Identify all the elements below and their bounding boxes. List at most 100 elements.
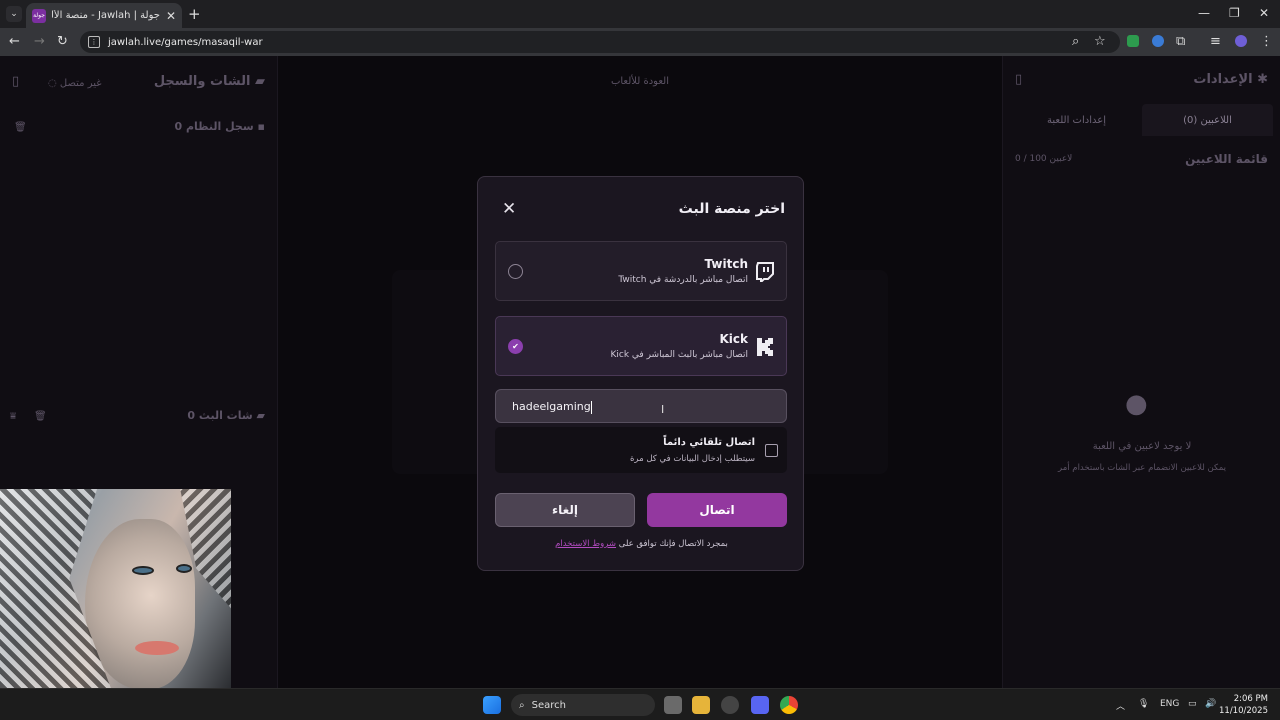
site-info-icon[interactable]: ⋮ (88, 36, 100, 48)
empty-players-title: لا يوجد لاعبين في اللعبة (1092, 441, 1192, 452)
auto-connect-checkbox[interactable] (765, 444, 778, 457)
browser-tab[interactable]: جولة جولة | Jawlah - منصة الألعاب الت...… (26, 3, 182, 28)
system-log-count: 0 (174, 120, 183, 133)
auto-connect-label: اتصال تلقائي دائماً (663, 437, 755, 448)
reading-list-icon[interactable]: ≡ (1210, 34, 1221, 49)
close-tab-icon[interactable]: ✕ (166, 9, 176, 23)
option-desc: اتصال مباشر بالبث المباشر في Kick (610, 350, 748, 360)
tab-title: جولة | Jawlah - منصة الألعاب الت... (52, 10, 160, 21)
new-tab-button[interactable]: + (188, 5, 201, 23)
option-twitch[interactable]: Twitch اتصال مباشر بالدردشة في Twitch (495, 241, 787, 301)
chat-icon: ▰ (255, 74, 265, 89)
text-cursor-icon: I (661, 403, 665, 416)
address-bar[interactable]: ⋮ jawlah.live/games/masaqil-war (80, 31, 1120, 53)
log-icon: ▪ (257, 120, 265, 133)
settings-title: ✱ الإعدادات (1193, 72, 1268, 87)
text-caret (590, 400, 592, 414)
back-to-games-link[interactable]: العودة للألعاب (590, 76, 690, 87)
system-log-header: ▪ سجل النظام 0 (174, 120, 265, 133)
task-view-icon[interactable] (664, 696, 682, 714)
minimize-icon[interactable]: — (1198, 6, 1210, 20)
site-favicon-icon: جولة (32, 8, 46, 23)
platform-modal: اختر منصة البث ✕ Twitch اتصال مباشر بالد… (477, 176, 804, 571)
clock-time: 2:06 PM (1233, 694, 1268, 704)
option-name: Twitch (704, 257, 748, 271)
collapse-settings-icon[interactable]: ▯ (1015, 72, 1022, 87)
taskbar-search[interactable]: ⌕ Search (511, 694, 655, 716)
clock-date: 11/10/2025 (1219, 706, 1268, 716)
empty-players-sub: يمكن للاعبين الانضمام عبر الشات باستخدام… (1058, 463, 1226, 473)
panel-title: ▰ الشات والسجل (154, 74, 265, 89)
browser-tab-bar: ⌄ جولة جولة | Jawlah - منصة الألعاب الت.… (0, 0, 1280, 28)
auto-connect-row[interactable]: اتصال تلقائي دائماً سيتطلب إدخال البيانا… (495, 427, 787, 473)
webcam-lips (135, 641, 179, 655)
cancel-button[interactable]: إلغاء (495, 493, 635, 527)
taskbar-search-label: Search (531, 699, 566, 711)
terms-link[interactable]: شروط الاستخدام (555, 539, 616, 549)
start-windows-icon[interactable] (483, 696, 501, 714)
back-icon[interactable]: ← (9, 34, 20, 49)
system-log-label: سجل النظام (185, 120, 254, 133)
reload-icon[interactable]: ↻ (57, 34, 68, 49)
search-icon: ⌕ (519, 699, 525, 711)
option-kick[interactable]: Kick اتصال مباشر بالبث المباشر في Kick ✔ (495, 316, 787, 376)
browser-toolbar: ← → ↻ ⋮ jawlah.live/games/masaqil-war ⌕ … (0, 28, 1280, 56)
volume-icon[interactable]: 🔊 (1205, 699, 1216, 709)
modal-title: اختر منصة البث (678, 201, 785, 217)
stream-chat-label: شات البث (198, 409, 253, 422)
forward-icon[interactable]: → (34, 34, 45, 49)
radio-kick[interactable]: ✔ (508, 339, 523, 354)
tab-list-button[interactable]: ⌄ (6, 6, 22, 22)
terms-notice: بمجرد الاتصال فإنك توافق على شروط الاستخ… (478, 539, 805, 549)
windows-taskbar: ⌕ Search ︿ 🎙 ENG ▭ 🔊 2:06 PM 11/10/2025 (0, 688, 1280, 720)
settings-tabs: إعدادات اللعبة اللاعبين (0) (1011, 104, 1273, 136)
tab-game-settings[interactable]: إعدادات اللعبة (1011, 104, 1142, 136)
webcam-overlay (0, 489, 231, 688)
chat-settings-icon[interactable]: ⩸ (10, 411, 16, 422)
connect-button[interactable]: اتصال (647, 493, 787, 527)
empty-user-icon: ● (1125, 389, 1148, 419)
tab-players[interactable]: اللاعبين (0) (1142, 104, 1273, 136)
webcam-face (85, 519, 195, 688)
connection-status: ◌ غير متصل (48, 78, 101, 89)
menu-kebab-icon[interactable]: ⋮ (1260, 34, 1273, 49)
zoom-icon[interactable]: ⌕ (1072, 34, 1079, 49)
taskbar-clock[interactable]: 2:06 PM 11/10/2025 (1219, 693, 1268, 717)
terms-prefix: بمجرد الاتصال فإنك توافق على (618, 539, 728, 549)
bookmark-star-icon[interactable]: ☆ (1094, 34, 1106, 49)
collapse-panel-icon[interactable]: ▯ (12, 74, 19, 89)
twitch-logo-icon (756, 262, 774, 282)
restore-icon[interactable]: ❐ (1229, 6, 1240, 20)
settings-panel: ▯ ✱ الإعدادات إعدادات اللعبة اللاعبين (0… (1002, 56, 1280, 688)
chrome-icon[interactable] (780, 696, 798, 714)
close-window-icon[interactable]: ✕ (1259, 6, 1269, 20)
webcam-eye (176, 564, 192, 573)
webcam-eye (132, 566, 154, 575)
auto-connect-sub: سيتطلب إدخال البيانات في كل مرة (629, 454, 755, 464)
discord-icon[interactable] (751, 696, 769, 714)
obs-app-icon[interactable] (721, 696, 739, 714)
channel-input-value: hadeelgaming (512, 400, 591, 413)
profile-avatar[interactable] (1235, 35, 1247, 47)
stream-chat-count: 0 (187, 409, 195, 422)
status-label: غير متصل (59, 78, 102, 89)
radio-twitch[interactable] (508, 264, 523, 279)
players-count: 0 / 100 لاعبين (1015, 154, 1073, 164)
option-desc: اتصال مباشر بالدردشة في Twitch (618, 275, 748, 285)
delete-log-icon[interactable]: 🗑 (14, 122, 27, 133)
clear-chat-icon[interactable]: 🗑 (34, 411, 47, 422)
status-dot-icon: ◌ (48, 78, 57, 89)
extension-shield-icon[interactable] (1127, 35, 1139, 47)
microphone-icon[interactable]: 🎙 (1138, 699, 1149, 709)
file-explorer-icon[interactable] (692, 696, 710, 714)
close-icon[interactable]: ✕ (502, 199, 516, 219)
kick-logo-icon (757, 338, 773, 356)
tray-chevron-icon[interactable]: ︿ (1116, 699, 1125, 712)
network-icon[interactable]: ▭ (1188, 699, 1197, 709)
language-indicator[interactable]: ENG (1160, 699, 1179, 709)
stream-chat-header: ▰ شات البث 0 (187, 409, 265, 422)
channel-input[interactable]: hadeelgaming (495, 389, 787, 423)
extensions-puzzle-icon[interactable]: ⧉ (1176, 34, 1185, 49)
settings-title-text: الإعدادات (1193, 72, 1253, 87)
extension-blue-icon[interactable] (1152, 35, 1164, 47)
